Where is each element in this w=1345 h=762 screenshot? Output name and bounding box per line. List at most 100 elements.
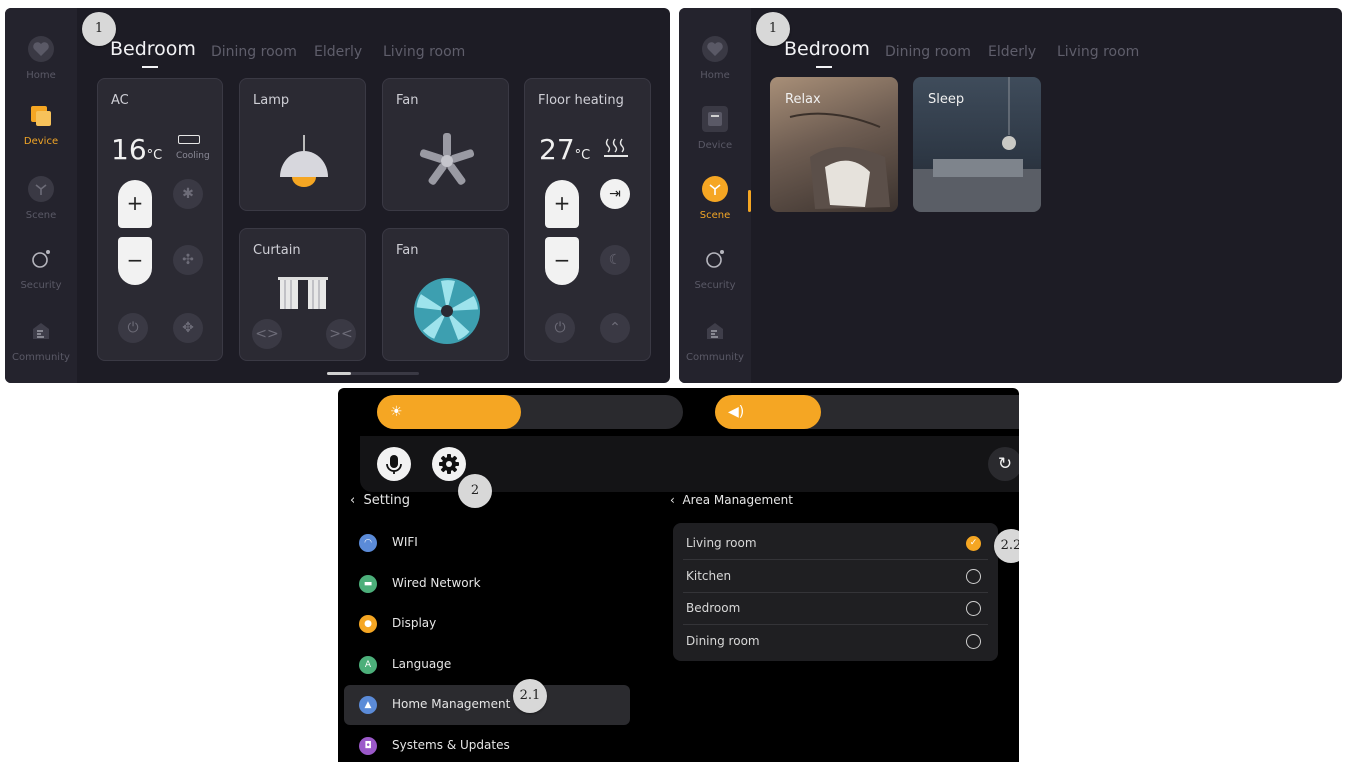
- fan-card[interactable]: Fan: [382, 78, 509, 211]
- power-icon[interactable]: ⏻: [545, 313, 575, 343]
- menu-label: Home Management: [392, 697, 511, 711]
- page-indicator: [327, 372, 419, 375]
- heart-icon: [28, 36, 54, 62]
- curtain-close-button[interactable]: ><: [326, 319, 356, 349]
- tab-living-room[interactable]: Living room: [1057, 44, 1139, 60]
- tab-dining-room[interactable]: Dining room: [885, 44, 971, 60]
- microphone-button[interactable]: [377, 447, 411, 481]
- refresh-icon: ↻: [997, 454, 1013, 474]
- ac-unit-icon: [178, 135, 200, 144]
- sun-icon: ☀: [390, 404, 403, 420]
- fan-speed-icon[interactable]: ✥: [173, 313, 203, 343]
- sidebar-item-scene[interactable]: Scene: [5, 176, 77, 236]
- temp-up-button[interactable]: +: [545, 180, 579, 228]
- sidebar-item-scene[interactable]: Scene: [679, 176, 751, 236]
- moon-icon[interactable]: ☾: [600, 245, 630, 275]
- card-title: Curtain: [253, 243, 301, 258]
- radio-button[interactable]: [966, 634, 981, 649]
- scene-card-sleep[interactable]: Sleep: [913, 77, 1041, 212]
- snowflake-icon[interactable]: ✱: [173, 179, 203, 209]
- menu-label: Display: [392, 616, 437, 630]
- lamp-card[interactable]: Lamp: [239, 78, 366, 211]
- refresh-button[interactable]: ↻: [988, 447, 1019, 481]
- device-panel: Home Device Scene Security Community 1 B…: [5, 8, 670, 383]
- microphone-icon: [386, 455, 402, 474]
- curtain-card[interactable]: Curtain <> ><: [239, 228, 366, 361]
- scene-label: Relax: [785, 92, 821, 107]
- menu-item-display[interactable]: ● Display: [344, 604, 630, 644]
- menu-label: Wired Network: [392, 576, 481, 590]
- tab-bedroom[interactable]: Bedroom: [784, 38, 870, 60]
- volume-slider[interactable]: ◀): [715, 395, 1019, 429]
- fan-card-active[interactable]: Fan: [382, 228, 509, 361]
- menu-item-language[interactable]: A Language: [344, 645, 630, 685]
- card-title: Floor heating: [538, 93, 624, 108]
- menu-label: Language: [392, 657, 452, 671]
- floor-heating-card[interactable]: Floor heating 27°C + − ⇥ ☾ ⏻ ⌃: [524, 78, 651, 361]
- speaker-icon: ◀): [728, 404, 745, 420]
- sidebar-item-home[interactable]: Home: [679, 36, 751, 96]
- area-item-living-room[interactable]: Living room ✓: [673, 527, 998, 560]
- scene-label: Sleep: [928, 92, 965, 107]
- home-icon: ▲: [359, 696, 377, 714]
- tab-elderly[interactable]: Elderly: [314, 44, 362, 60]
- tab-underline: [816, 66, 832, 68]
- sidebar-item-label: Device: [697, 140, 733, 151]
- heart-icon: [702, 36, 728, 62]
- ac-mode-label: Cooling: [176, 151, 210, 161]
- heat-icon: [604, 138, 628, 157]
- area-item-bedroom[interactable]: Bedroom: [673, 592, 998, 625]
- radio-button[interactable]: [966, 601, 981, 616]
- area-item-dining-room[interactable]: Dining room: [673, 625, 998, 658]
- scene-icon: [28, 176, 54, 202]
- sidebar-item-community[interactable]: Community: [679, 318, 751, 378]
- fan-icon: [419, 133, 475, 185]
- temperature-readout: 16°C: [111, 133, 163, 166]
- sidebar-item-label: Security: [694, 280, 736, 291]
- settings-button[interactable]: [432, 447, 466, 481]
- menu-label: Systems & Updates: [392, 738, 510, 752]
- area-item-kitchen[interactable]: Kitchen: [673, 560, 998, 593]
- ac-card[interactable]: AC 16°C Cooling + − ✱ ✣ ⏻ ✥: [97, 78, 223, 361]
- sidebar: Home Device Scene Security Community: [5, 8, 77, 383]
- sidebar-item-security[interactable]: Security: [5, 246, 77, 306]
- wifi-icon: ◠: [359, 534, 377, 552]
- sidebar-item-device[interactable]: Device: [5, 104, 77, 164]
- check-icon[interactable]: ✓: [966, 536, 981, 551]
- temp-down-button[interactable]: −: [545, 237, 579, 285]
- scene-panel: Home Device Scene Security Community 1 B…: [679, 8, 1342, 383]
- brightness-slider[interactable]: ☀: [377, 395, 683, 429]
- power-icon[interactable]: ⏻: [118, 313, 148, 343]
- device-icon: [702, 106, 728, 132]
- security-icon: [28, 246, 54, 272]
- tab-elderly[interactable]: Elderly: [988, 44, 1036, 60]
- menu-item-wired-network[interactable]: ▬ Wired Network: [344, 564, 630, 604]
- sidebar-item-home[interactable]: Home: [5, 36, 77, 96]
- temp-down-button[interactable]: −: [118, 237, 152, 285]
- tab-dining-room[interactable]: Dining room: [211, 44, 297, 60]
- menu-item-systems-updates[interactable]: ◘ Systems & Updates: [344, 726, 630, 762]
- tab-bedroom[interactable]: Bedroom: [110, 38, 196, 60]
- tab-underline: [142, 66, 158, 68]
- curtain-open-button[interactable]: <>: [252, 319, 282, 349]
- menu-item-wifi[interactable]: ◠ WIFI: [344, 523, 630, 563]
- community-icon: [702, 318, 728, 344]
- temp-up-button[interactable]: +: [118, 180, 152, 228]
- door-exit-icon[interactable]: ⇥: [600, 179, 630, 209]
- tab-living-room[interactable]: Living room: [383, 44, 465, 60]
- sidebar-item-device[interactable]: Device: [679, 106, 751, 166]
- gear-icon: [439, 454, 459, 474]
- area-management-header[interactable]: ‹ Area Management: [670, 493, 793, 507]
- sidebar-item-label: Community: [12, 352, 70, 363]
- radio-button[interactable]: [966, 569, 981, 584]
- boost-icon[interactable]: ⌃: [600, 313, 630, 343]
- temperature-readout: 27°C: [539, 133, 591, 166]
- scene-card-relax[interactable]: Relax: [770, 77, 898, 212]
- sidebar-item-community[interactable]: Community: [5, 318, 77, 378]
- menu-item-home-management[interactable]: ▲ Home Management: [344, 685, 630, 725]
- setting-header[interactable]: ‹ Setting: [350, 493, 410, 508]
- sidebar-item-label: Community: [686, 352, 744, 363]
- sidebar-item-security[interactable]: Security: [679, 246, 751, 306]
- wind-icon[interactable]: ✣: [173, 245, 203, 275]
- card-title: Fan: [396, 243, 419, 258]
